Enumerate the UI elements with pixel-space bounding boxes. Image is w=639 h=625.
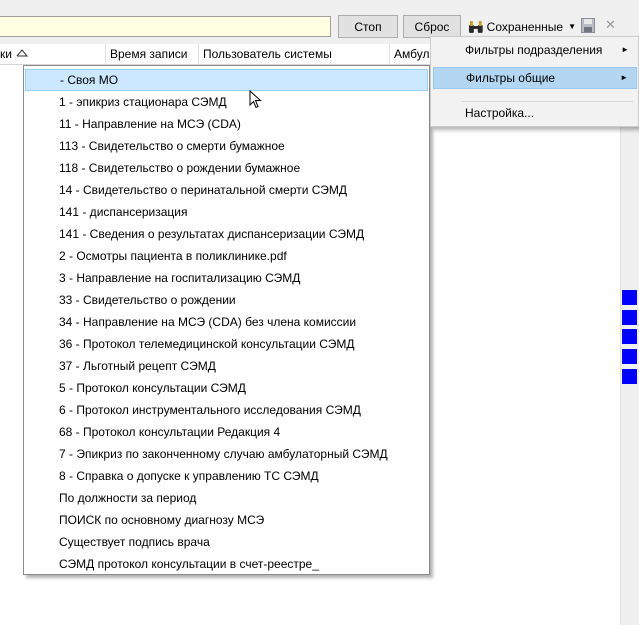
column-header-label: ки (0, 47, 12, 61)
status-marker (622, 369, 637, 384)
dropdown-item[interactable]: ПОИСК по основному диагнозу МСЭ (25, 509, 428, 531)
submenu-arrow-icon: ► (620, 73, 628, 82)
column-header-1[interactable]: ки (0, 44, 106, 64)
dropdown-item[interactable]: 141 - диспансеризация (25, 201, 428, 223)
status-marker (622, 329, 637, 344)
status-marker (622, 310, 637, 325)
dropdown-item[interactable]: 68 - Протокол консультации Редакция 4 (25, 421, 428, 443)
saved-filters-label: Сохраненные (486, 19, 564, 34)
menu-item-settings[interactable]: Настройка... (433, 102, 637, 124)
column-header-time[interactable]: Время записи (106, 44, 199, 64)
dropdown-item[interactable]: Существует подпись врача (25, 531, 428, 553)
saved-filters-dropdown: - Своя МО 1 - эпикриз стационара СЭМД 11… (23, 65, 430, 575)
chevron-down-icon: ▼ (568, 22, 576, 31)
dropdown-item[interactable]: 6 - Протокол инструментального исследова… (25, 399, 428, 421)
dropdown-item[interactable]: 36 - Протокол телемедицинской консультац… (25, 333, 428, 355)
stop-button[interactable]: Стоп (338, 15, 398, 38)
dropdown-item[interactable]: По должности за период (25, 487, 428, 509)
dropdown-item[interactable]: 11 - Направление на МСЭ (CDA) (25, 113, 428, 135)
dropdown-item[interactable]: 118 - Свидетельство о рождении бумажное (25, 157, 428, 179)
dropdown-item[interactable]: 37 - Льготный рецепт СЭМД (25, 355, 428, 377)
save-icon[interactable] (581, 18, 595, 33)
menu-item-general-filters[interactable]: Фильтры общие ► (433, 67, 637, 89)
menu-item-label: Настройка... (465, 106, 535, 120)
dropdown-item[interactable]: 7 - Эпикриз по законченному случаю амбул… (25, 443, 428, 465)
binoculars-icon (468, 20, 483, 33)
submenu-arrow-icon: ► (621, 45, 629, 54)
menu-item-label: Фильтры подразделения (465, 43, 603, 57)
dropdown-item[interactable]: 1 - эпикриз стационара СЭМД (25, 91, 428, 113)
menu-item-department-filters[interactable]: Фильтры подразделения ► (433, 39, 637, 61)
mouse-cursor-icon (249, 90, 262, 109)
dropdown-item[interactable]: 2 - Осмотры пациента в поликлинике.pdf (25, 245, 428, 267)
dropdown-item[interactable]: СЭМД протокол консультации в счет-реестр… (25, 553, 428, 575)
dropdown-item[interactable]: 8 - Справка о допуске к управлению ТС СЭ… (25, 465, 428, 487)
dropdown-item[interactable]: 34 - Направление на МСЭ (CDA) без члена … (25, 311, 428, 333)
sort-ascending-icon (16, 49, 28, 57)
saved-filters-context-menu: Фильтры подразделения ► Фильтры общие ► … (430, 36, 639, 127)
dropdown-item[interactable]: 14 - Свидетельство о перинатальной смерт… (25, 179, 428, 201)
menu-item-label: Фильтры общие (466, 71, 556, 85)
saved-filters-button[interactable]: Сохраненные ▼ (465, 15, 577, 38)
dropdown-item[interactable]: 141 - Сведения о результатах диспансериз… (25, 223, 428, 245)
status-marker (622, 290, 637, 305)
close-icon[interactable]: ✕ (605, 17, 616, 33)
dropdown-item[interactable]: 113 - Свидетельство о смерти бумажное (25, 135, 428, 157)
column-header-user[interactable]: Пользователь системы (199, 44, 390, 64)
dropdown-item[interactable]: 3 - Направление на госпитализацию СЭМД (25, 267, 428, 289)
reset-button[interactable]: Сброс (403, 15, 461, 38)
status-marker (622, 349, 637, 364)
dropdown-item[interactable]: 5 - Протокол консультации СЭМД (25, 377, 428, 399)
dropdown-item-own-mo[interactable]: - Своя МО (25, 69, 428, 91)
dropdown-item[interactable]: 33 - Свидетельство о рождении (25, 289, 428, 311)
filter-input[interactable] (0, 16, 331, 37)
